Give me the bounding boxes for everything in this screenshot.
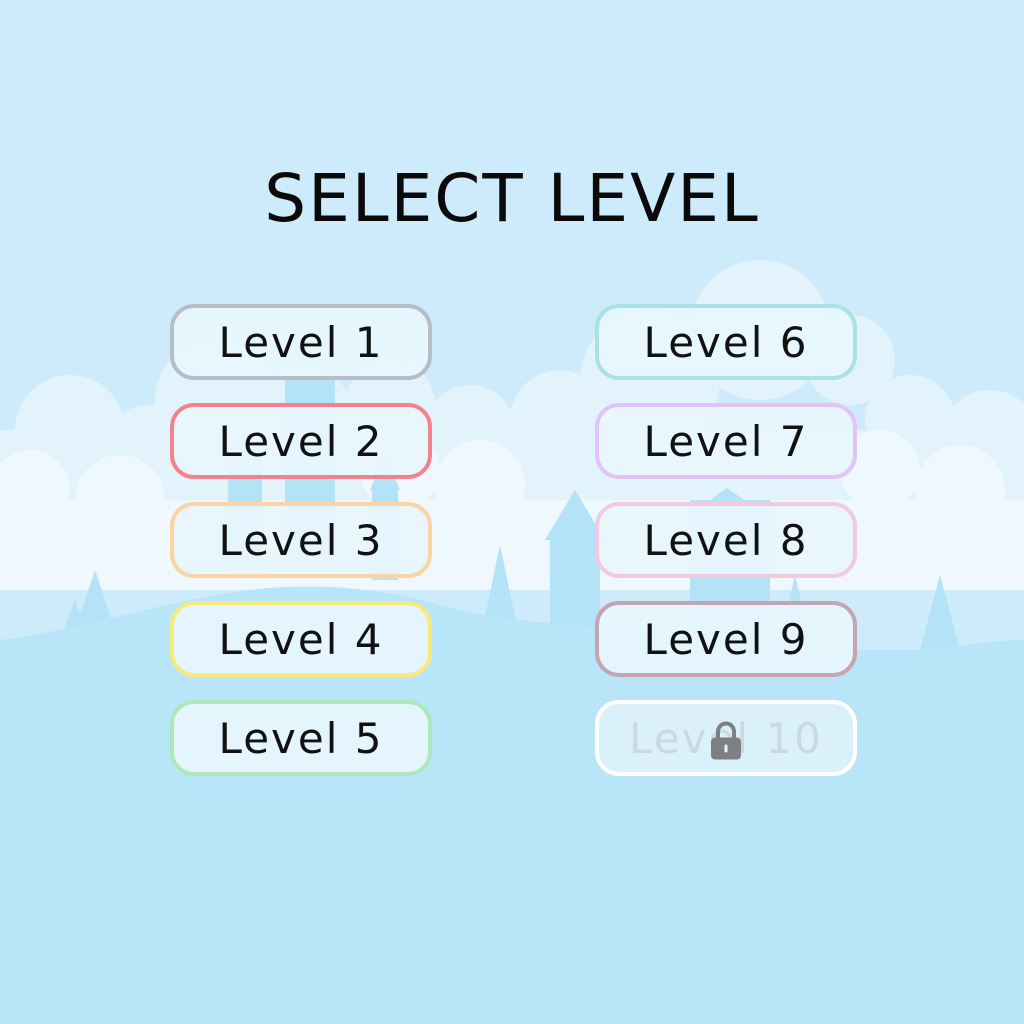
level-label: Level 9 [643,614,809,664]
level-3-button[interactable]: Level 3 [170,502,432,578]
level-label: Level 5 [218,713,384,763]
level-label: Level 2 [218,416,384,466]
level-10-button: Level 10 [595,700,857,776]
level-1-button[interactable]: Level 1 [170,304,432,380]
level-label: Level 1 [218,317,384,367]
ground [0,650,1024,1024]
level-label: Level 8 [643,515,809,565]
level-label: Level 4 [218,614,384,664]
level-8-button[interactable]: Level 8 [595,502,857,578]
level-6-button[interactable]: Level 6 [595,304,857,380]
lock-icon [711,721,741,760]
level-7-button[interactable]: Level 7 [595,403,857,479]
level-9-button[interactable]: Level 9 [595,601,857,677]
background-scene [0,0,1024,1024]
level-label: Level 6 [643,317,809,367]
page-title: SELECT LEVEL [264,160,760,237]
level-label: Level 7 [643,416,809,466]
level-5-button[interactable]: Level 5 [170,700,432,776]
level-4-button[interactable]: Level 4 [170,601,432,677]
level-label: Level 3 [218,515,384,565]
level-2-button[interactable]: Level 2 [170,403,432,479]
